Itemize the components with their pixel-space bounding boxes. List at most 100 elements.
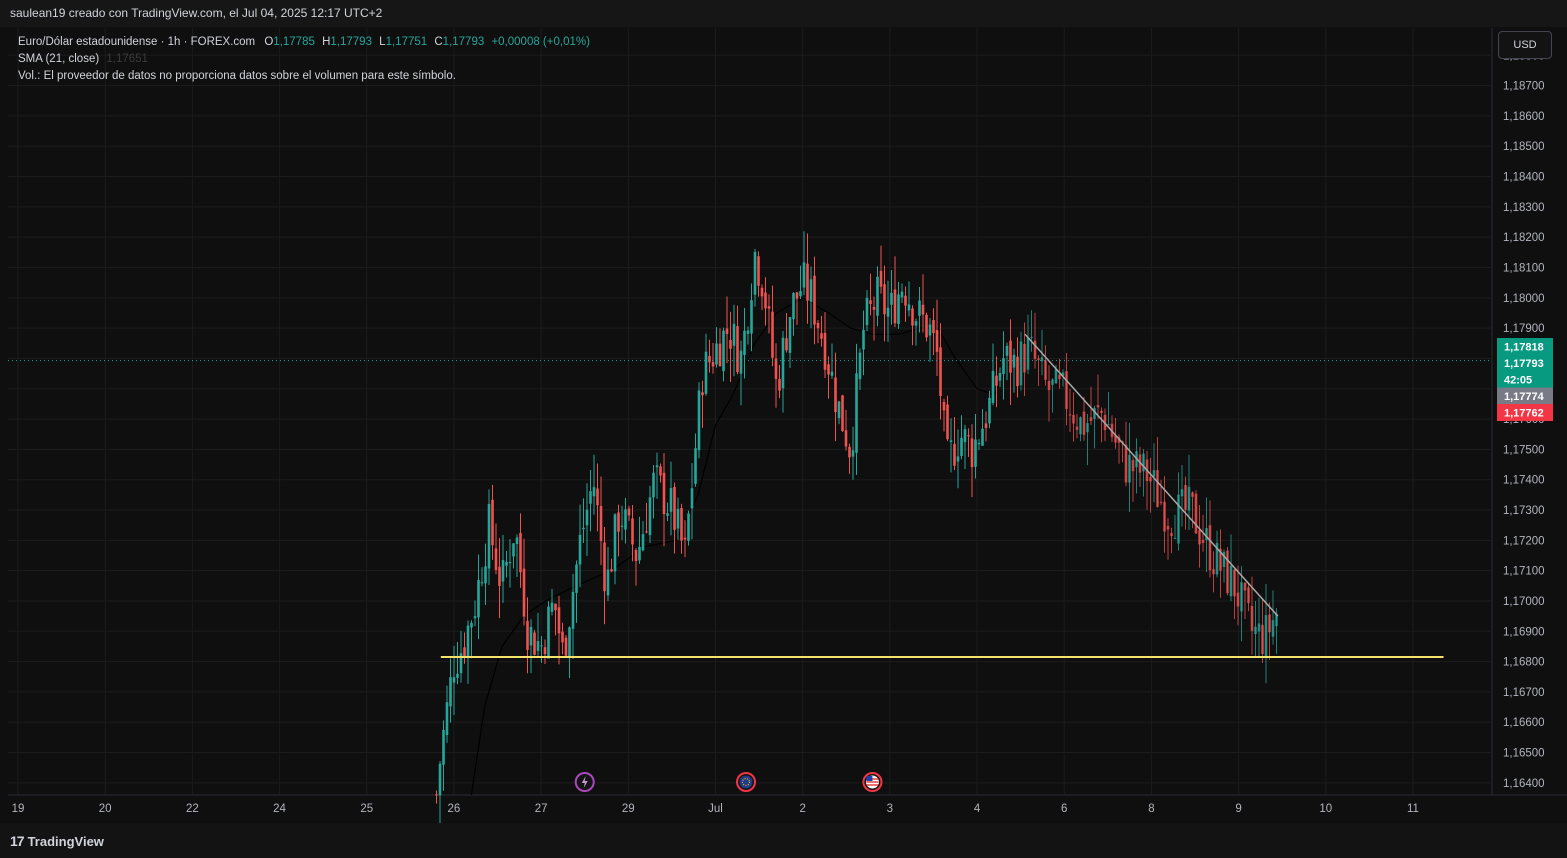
candle-body [435, 794, 438, 796]
candle-body [505, 561, 508, 566]
candle-body [526, 620, 529, 650]
candle-body [1128, 454, 1131, 483]
candle-body [606, 569, 610, 596]
candle-body [788, 317, 792, 353]
candle-body [550, 602, 554, 612]
candle-body [687, 513, 690, 541]
us-flag-icon[interactable] [862, 772, 883, 792]
candle-body [645, 531, 648, 533]
candle-body [508, 562, 512, 564]
price-tick-label: 1,17100 [1503, 566, 1545, 578]
currency-button[interactable]: USD [1498, 31, 1552, 59]
time-tick-label: 3 [887, 803, 893, 815]
lightning-icon[interactable] [574, 772, 595, 792]
candle-body [841, 395, 844, 432]
legend-sma-value: 1,17651 [106, 53, 148, 65]
candle-body [879, 270, 883, 287]
candle-body [837, 401, 841, 419]
candle-body [970, 438, 974, 468]
footer-bar: 17 TradingView [0, 823, 1567, 858]
price-tick-label: 1,18200 [1503, 232, 1545, 244]
price-chart[interactable]: 1,16400 1,16500 1,16600 1,16700 1,16800 1,169… [0, 0, 1567, 858]
candle-body [571, 591, 575, 629]
legend-sma-row[interactable]: SMA (21, close) 1,17651 [18, 51, 590, 68]
candle-body [680, 508, 683, 541]
legend-sma-label: SMA (21, close) [18, 53, 100, 65]
candle-body [449, 677, 452, 707]
candle-body [1212, 569, 1215, 575]
candle-body [886, 307, 890, 317]
candle-body [757, 256, 760, 286]
candle-body [578, 534, 582, 565]
price-tick-label: 1,17200 [1503, 535, 1545, 547]
eu-flag-field [739, 775, 753, 789]
candle-body [1068, 414, 1072, 416]
candle-body [1247, 587, 1250, 604]
candle-body [1264, 615, 1268, 658]
candle-body [1173, 538, 1177, 540]
candle-body [1065, 371, 1068, 409]
candle-body [809, 279, 813, 302]
candle-body [1009, 340, 1012, 373]
candle-body [697, 390, 701, 451]
candle-body [827, 364, 830, 375]
candle-body [519, 532, 522, 573]
time-tick-label: Jul [708, 803, 723, 815]
time-tick-label: 8 [1148, 803, 1154, 815]
candle-body [967, 435, 970, 437]
candle-body [1030, 336, 1033, 338]
candle-body [1082, 411, 1086, 435]
candle-body [799, 291, 802, 297]
candle-body [638, 546, 641, 561]
candle-body [1163, 501, 1166, 532]
candle-body [662, 472, 666, 515]
legend-symbol[interactable]: Euro/Dólar estadounidense · 1h · FOREX.c… [18, 36, 255, 48]
time-tick-label: 20 [99, 803, 112, 815]
candle-body [729, 339, 732, 349]
price-badge-label: 1,17774 [1504, 391, 1545, 403]
candle-body [942, 401, 946, 411]
candle-body [1107, 424, 1110, 426]
legend-volume-row[interactable]: Vol.: El proveedor de datos no proporcio… [18, 68, 590, 85]
candle-body [683, 537, 687, 540]
candle-body [925, 314, 928, 338]
tradingview-logo[interactable]: 17 TradingView [10, 833, 104, 849]
candle-body [480, 582, 484, 584]
candle-body [949, 440, 953, 442]
candle-body [673, 487, 676, 530]
price-tick-label: 1,18000 [1503, 293, 1545, 305]
eu-flag-icon[interactable] [736, 772, 757, 792]
candle-body [823, 332, 827, 370]
candle-body [701, 392, 704, 396]
candle-body [851, 450, 855, 457]
time-axis[interactable]: 19 20 22 24 25 26 27 29 Jul 2 3 4 6 8 9 10 11 [12, 803, 1419, 815]
candle-body [466, 625, 470, 659]
candle-body [932, 320, 935, 334]
candle-body [494, 548, 498, 570]
candle-body [522, 568, 526, 617]
candle-body [988, 397, 991, 424]
price-tick-label: 1,17000 [1503, 596, 1545, 608]
candle-body [543, 647, 547, 655]
candle-body [1019, 341, 1023, 386]
candle-body [599, 505, 603, 541]
candle-body [739, 350, 743, 374]
time-tick-label: 25 [360, 803, 373, 815]
candle-body [1012, 354, 1016, 368]
candle-body [1229, 565, 1233, 597]
candle-body [1201, 539, 1205, 544]
time-tick-label: 22 [186, 803, 199, 815]
legend-close: 1,17793 [442, 36, 485, 48]
sma-line-group [470, 297, 1021, 796]
candle-body [830, 371, 834, 376]
candle-body [771, 311, 774, 358]
candle-body [1058, 374, 1061, 380]
candle-body [1194, 493, 1198, 534]
us-flag-canton [866, 776, 873, 781]
candle-body [844, 430, 848, 447]
candle-body [897, 294, 900, 324]
candle-body [1100, 410, 1103, 414]
candle-body [820, 333, 823, 339]
candle-body [1226, 550, 1229, 594]
candle-body [785, 338, 788, 351]
